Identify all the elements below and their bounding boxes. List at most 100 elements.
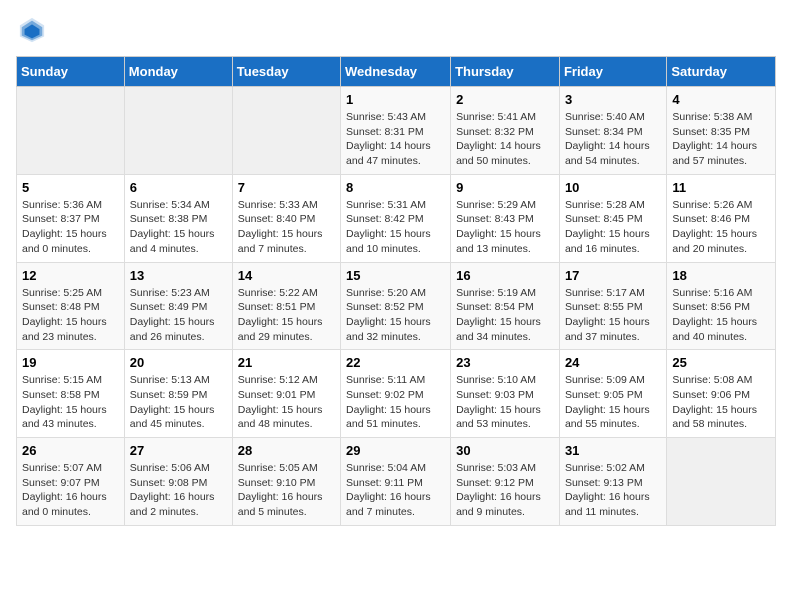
day-number: 19 <box>22 355 119 370</box>
weekday-header: Sunday <box>17 57 125 87</box>
day-info: Sunrise: 5:10 AM Sunset: 9:03 PM Dayligh… <box>456 373 554 432</box>
calendar-cell <box>232 87 340 175</box>
day-number: 30 <box>456 443 554 458</box>
day-info: Sunrise: 5:05 AM Sunset: 9:10 PM Dayligh… <box>238 461 335 520</box>
day-info: Sunrise: 5:07 AM Sunset: 9:07 PM Dayligh… <box>22 461 119 520</box>
weekday-header: Wednesday <box>341 57 451 87</box>
calendar-cell: 30 Sunrise: 5:03 AM Sunset: 9:12 PM Dayli… <box>451 438 560 526</box>
day-info: Sunrise: 5:08 AM Sunset: 9:06 PM Dayligh… <box>672 373 770 432</box>
day-info: Sunrise: 5:12 AM Sunset: 9:01 PM Dayligh… <box>238 373 335 432</box>
calendar-cell <box>17 87 125 175</box>
day-number: 27 <box>130 443 227 458</box>
day-number: 2 <box>456 92 554 107</box>
day-info: Sunrise: 5:03 AM Sunset: 9:12 PM Dayligh… <box>456 461 554 520</box>
day-number: 29 <box>346 443 445 458</box>
calendar-cell: 10 Sunrise: 5:28 AM Sunset: 8:45 PM Dayli… <box>559 174 666 262</box>
day-info: Sunrise: 5:04 AM Sunset: 9:11 PM Dayligh… <box>346 461 445 520</box>
day-number: 28 <box>238 443 335 458</box>
day-number: 6 <box>130 180 227 195</box>
logo <box>16 16 46 44</box>
day-number: 22 <box>346 355 445 370</box>
day-number: 16 <box>456 268 554 283</box>
calendar-cell: 9Sunrise: 5:29 AM Sunset: 8:43 PM Daylig… <box>451 174 560 262</box>
day-info: Sunrise: 5:17 AM Sunset: 8:55 PM Dayligh… <box>565 286 661 345</box>
calendar-cell: 16 Sunrise: 5:19 AM Sunset: 8:54 PM Dayli… <box>451 262 560 350</box>
day-info: Sunrise: 5:36 AM Sunset: 8:37 PM Dayligh… <box>22 198 119 257</box>
day-info: Sunrise: 5:41 AM Sunset: 8:32 PM Dayligh… <box>456 110 554 169</box>
calendar-table: SundayMondayTuesdayWednesdayThursdayFrid… <box>16 56 776 526</box>
day-info: Sunrise: 5:22 AM Sunset: 8:51 PM Dayligh… <box>238 286 335 345</box>
day-number: 8 <box>346 180 445 195</box>
day-number: 9 <box>456 180 554 195</box>
day-info: Sunrise: 5:34 AM Sunset: 8:38 PM Dayligh… <box>130 198 227 257</box>
calendar-cell: 5Sunrise: 5:36 AM Sunset: 8:37 PM Daylig… <box>17 174 125 262</box>
calendar-cell: 14 Sunrise: 5:22 AM Sunset: 8:51 PM Dayli… <box>232 262 340 350</box>
day-number: 24 <box>565 355 661 370</box>
calendar-cell: 26 Sunrise: 5:07 AM Sunset: 9:07 PM Dayli… <box>17 438 125 526</box>
day-number: 13 <box>130 268 227 283</box>
calendar-cell: 20 Sunrise: 5:13 AM Sunset: 8:59 PM Dayli… <box>124 350 232 438</box>
day-info: Sunrise: 5:09 AM Sunset: 9:05 PM Dayligh… <box>565 373 661 432</box>
calendar-cell: 28 Sunrise: 5:05 AM Sunset: 9:10 PM Dayli… <box>232 438 340 526</box>
calendar-cell: 21 Sunrise: 5:12 AM Sunset: 9:01 PM Dayli… <box>232 350 340 438</box>
day-info: Sunrise: 5:33 AM Sunset: 8:40 PM Dayligh… <box>238 198 335 257</box>
weekday-header: Friday <box>559 57 666 87</box>
day-number: 14 <box>238 268 335 283</box>
calendar-cell: 2 Sunrise: 5:41 AM Sunset: 8:32 PM Daylig… <box>451 87 560 175</box>
calendar-cell: 3 Sunrise: 5:40 AM Sunset: 8:34 PM Daylig… <box>559 87 666 175</box>
calendar-week-row: 1 Sunrise: 5:43 AM Sunset: 8:31 PM Daylig… <box>17 87 776 175</box>
calendar-cell: 25 Sunrise: 5:08 AM Sunset: 9:06 PM Dayli… <box>667 350 776 438</box>
calendar-cell: 15 Sunrise: 5:20 AM Sunset: 8:52 PM Dayli… <box>341 262 451 350</box>
day-info: Sunrise: 5:19 AM Sunset: 8:54 PM Dayligh… <box>456 286 554 345</box>
day-number: 20 <box>130 355 227 370</box>
day-number: 26 <box>22 443 119 458</box>
day-info: Sunrise: 5:28 AM Sunset: 8:45 PM Dayligh… <box>565 198 661 257</box>
day-info: Sunrise: 5:20 AM Sunset: 8:52 PM Dayligh… <box>346 286 445 345</box>
calendar-cell: 23 Sunrise: 5:10 AM Sunset: 9:03 PM Dayli… <box>451 350 560 438</box>
day-number: 1 <box>346 92 445 107</box>
day-info: Sunrise: 5:02 AM Sunset: 9:13 PM Dayligh… <box>565 461 661 520</box>
day-info: Sunrise: 5:06 AM Sunset: 9:08 PM Dayligh… <box>130 461 227 520</box>
day-info: Sunrise: 5:13 AM Sunset: 8:59 PM Dayligh… <box>130 373 227 432</box>
day-info: Sunrise: 5:40 AM Sunset: 8:34 PM Dayligh… <box>565 110 661 169</box>
calendar-cell: 31Sunrise: 5:02 AM Sunset: 9:13 PM Dayli… <box>559 438 666 526</box>
calendar-cell: 24 Sunrise: 5:09 AM Sunset: 9:05 PM Dayli… <box>559 350 666 438</box>
calendar-cell: 8 Sunrise: 5:31 AM Sunset: 8:42 PM Daylig… <box>341 174 451 262</box>
day-number: 15 <box>346 268 445 283</box>
day-info: Sunrise: 5:11 AM Sunset: 9:02 PM Dayligh… <box>346 373 445 432</box>
calendar-cell: 6 Sunrise: 5:34 AM Sunset: 8:38 PM Daylig… <box>124 174 232 262</box>
day-info: Sunrise: 5:15 AM Sunset: 8:58 PM Dayligh… <box>22 373 119 432</box>
calendar-week-row: 12 Sunrise: 5:25 AM Sunset: 8:48 PM Dayli… <box>17 262 776 350</box>
weekday-header: Thursday <box>451 57 560 87</box>
day-number: 3 <box>565 92 661 107</box>
weekday-header: Saturday <box>667 57 776 87</box>
calendar-week-row: 26 Sunrise: 5:07 AM Sunset: 9:07 PM Dayli… <box>17 438 776 526</box>
day-number: 10 <box>565 180 661 195</box>
weekday-header: Tuesday <box>232 57 340 87</box>
calendar-cell: 11Sunrise: 5:26 AM Sunset: 8:46 PM Dayli… <box>667 174 776 262</box>
day-number: 23 <box>456 355 554 370</box>
weekday-header: Monday <box>124 57 232 87</box>
logo-icon <box>18 16 46 44</box>
day-info: Sunrise: 5:25 AM Sunset: 8:48 PM Dayligh… <box>22 286 119 345</box>
calendar-cell: 19 Sunrise: 5:15 AM Sunset: 8:58 PM Dayli… <box>17 350 125 438</box>
day-number: 4 <box>672 92 770 107</box>
day-number: 21 <box>238 355 335 370</box>
day-number: 7 <box>238 180 335 195</box>
calendar-header-row: SundayMondayTuesdayWednesdayThursdayFrid… <box>17 57 776 87</box>
day-number: 11 <box>672 180 770 195</box>
calendar-cell <box>124 87 232 175</box>
day-info: Sunrise: 5:31 AM Sunset: 8:42 PM Dayligh… <box>346 198 445 257</box>
day-info: Sunrise: 5:16 AM Sunset: 8:56 PM Dayligh… <box>672 286 770 345</box>
day-number: 25 <box>672 355 770 370</box>
calendar-cell: 7 Sunrise: 5:33 AM Sunset: 8:40 PM Daylig… <box>232 174 340 262</box>
day-number: 12 <box>22 268 119 283</box>
calendar-cell: 29 Sunrise: 5:04 AM Sunset: 9:11 PM Dayli… <box>341 438 451 526</box>
day-info: Sunrise: 5:43 AM Sunset: 8:31 PM Dayligh… <box>346 110 445 169</box>
calendar-cell: 27 Sunrise: 5:06 AM Sunset: 9:08 PM Dayli… <box>124 438 232 526</box>
calendar-week-row: 19 Sunrise: 5:15 AM Sunset: 8:58 PM Dayli… <box>17 350 776 438</box>
calendar-cell: 22 Sunrise: 5:11 AM Sunset: 9:02 PM Dayli… <box>341 350 451 438</box>
day-number: 18 <box>672 268 770 283</box>
day-info: Sunrise: 5:38 AM Sunset: 8:35 PM Dayligh… <box>672 110 770 169</box>
calendar-cell <box>667 438 776 526</box>
